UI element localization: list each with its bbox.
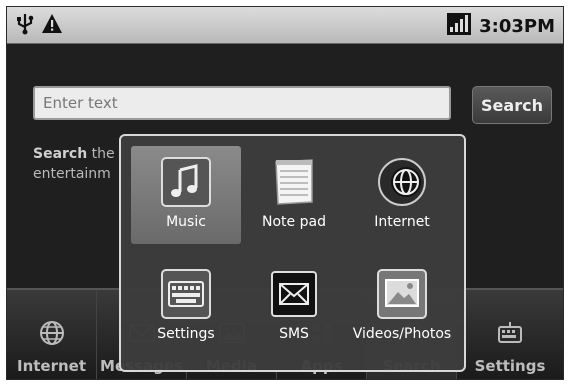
globe-icon bbox=[376, 156, 428, 208]
popup-item-videos-photos[interactable]: Videos/Photos bbox=[347, 258, 457, 356]
popup-item-label: Note pad bbox=[262, 214, 326, 230]
description-line2: entertainm bbox=[33, 166, 111, 182]
globe-icon bbox=[39, 321, 64, 345]
popup-item-settings[interactable]: Settings bbox=[131, 258, 241, 356]
keyboard-icon bbox=[160, 268, 212, 320]
image-icon bbox=[376, 268, 428, 320]
popup-item-label: Videos/Photos bbox=[352, 326, 452, 342]
popup-item-label: SMS bbox=[279, 326, 309, 342]
tab-internet[interactable]: Internet bbox=[7, 290, 97, 379]
phone-screen: 3:03PM Enter text Search Search the ente… bbox=[6, 6, 564, 380]
popup-item-notepad[interactable]: Note pad bbox=[239, 146, 349, 244]
popup-item-label: Internet bbox=[374, 214, 430, 230]
search-button[interactable]: Search bbox=[472, 86, 552, 124]
search-input[interactable]: Enter text bbox=[33, 86, 451, 120]
popup-item-sms[interactable]: SMS bbox=[239, 258, 349, 356]
popup-item-label: Settings bbox=[157, 326, 215, 342]
app-area: Enter text Search Search the entertainm … bbox=[7, 44, 563, 379]
warning-icon bbox=[41, 13, 63, 39]
popup-item-label: Music bbox=[166, 214, 206, 230]
envelope-icon bbox=[268, 268, 320, 320]
popup-item-internet[interactable]: Internet bbox=[347, 146, 457, 244]
music-icon bbox=[160, 156, 212, 208]
keyboard-icon bbox=[498, 322, 522, 343]
description-text: the bbox=[87, 146, 115, 162]
signal-icon bbox=[447, 13, 472, 39]
popup-item-music[interactable]: Music bbox=[131, 146, 241, 244]
status-bar: 3:03PM bbox=[7, 7, 563, 44]
usb-icon bbox=[15, 13, 35, 39]
clock: 3:03PM bbox=[479, 15, 555, 37]
notepad-icon bbox=[268, 156, 320, 208]
app-launcher-popup: Music Note pad Internet Settings SMS Vid… bbox=[119, 134, 466, 372]
tab-label: Internet bbox=[16, 357, 87, 375]
tab-settings[interactable]: Settings bbox=[457, 290, 563, 379]
description-bold: Search bbox=[33, 146, 88, 162]
tab-label: Settings bbox=[474, 357, 546, 375]
